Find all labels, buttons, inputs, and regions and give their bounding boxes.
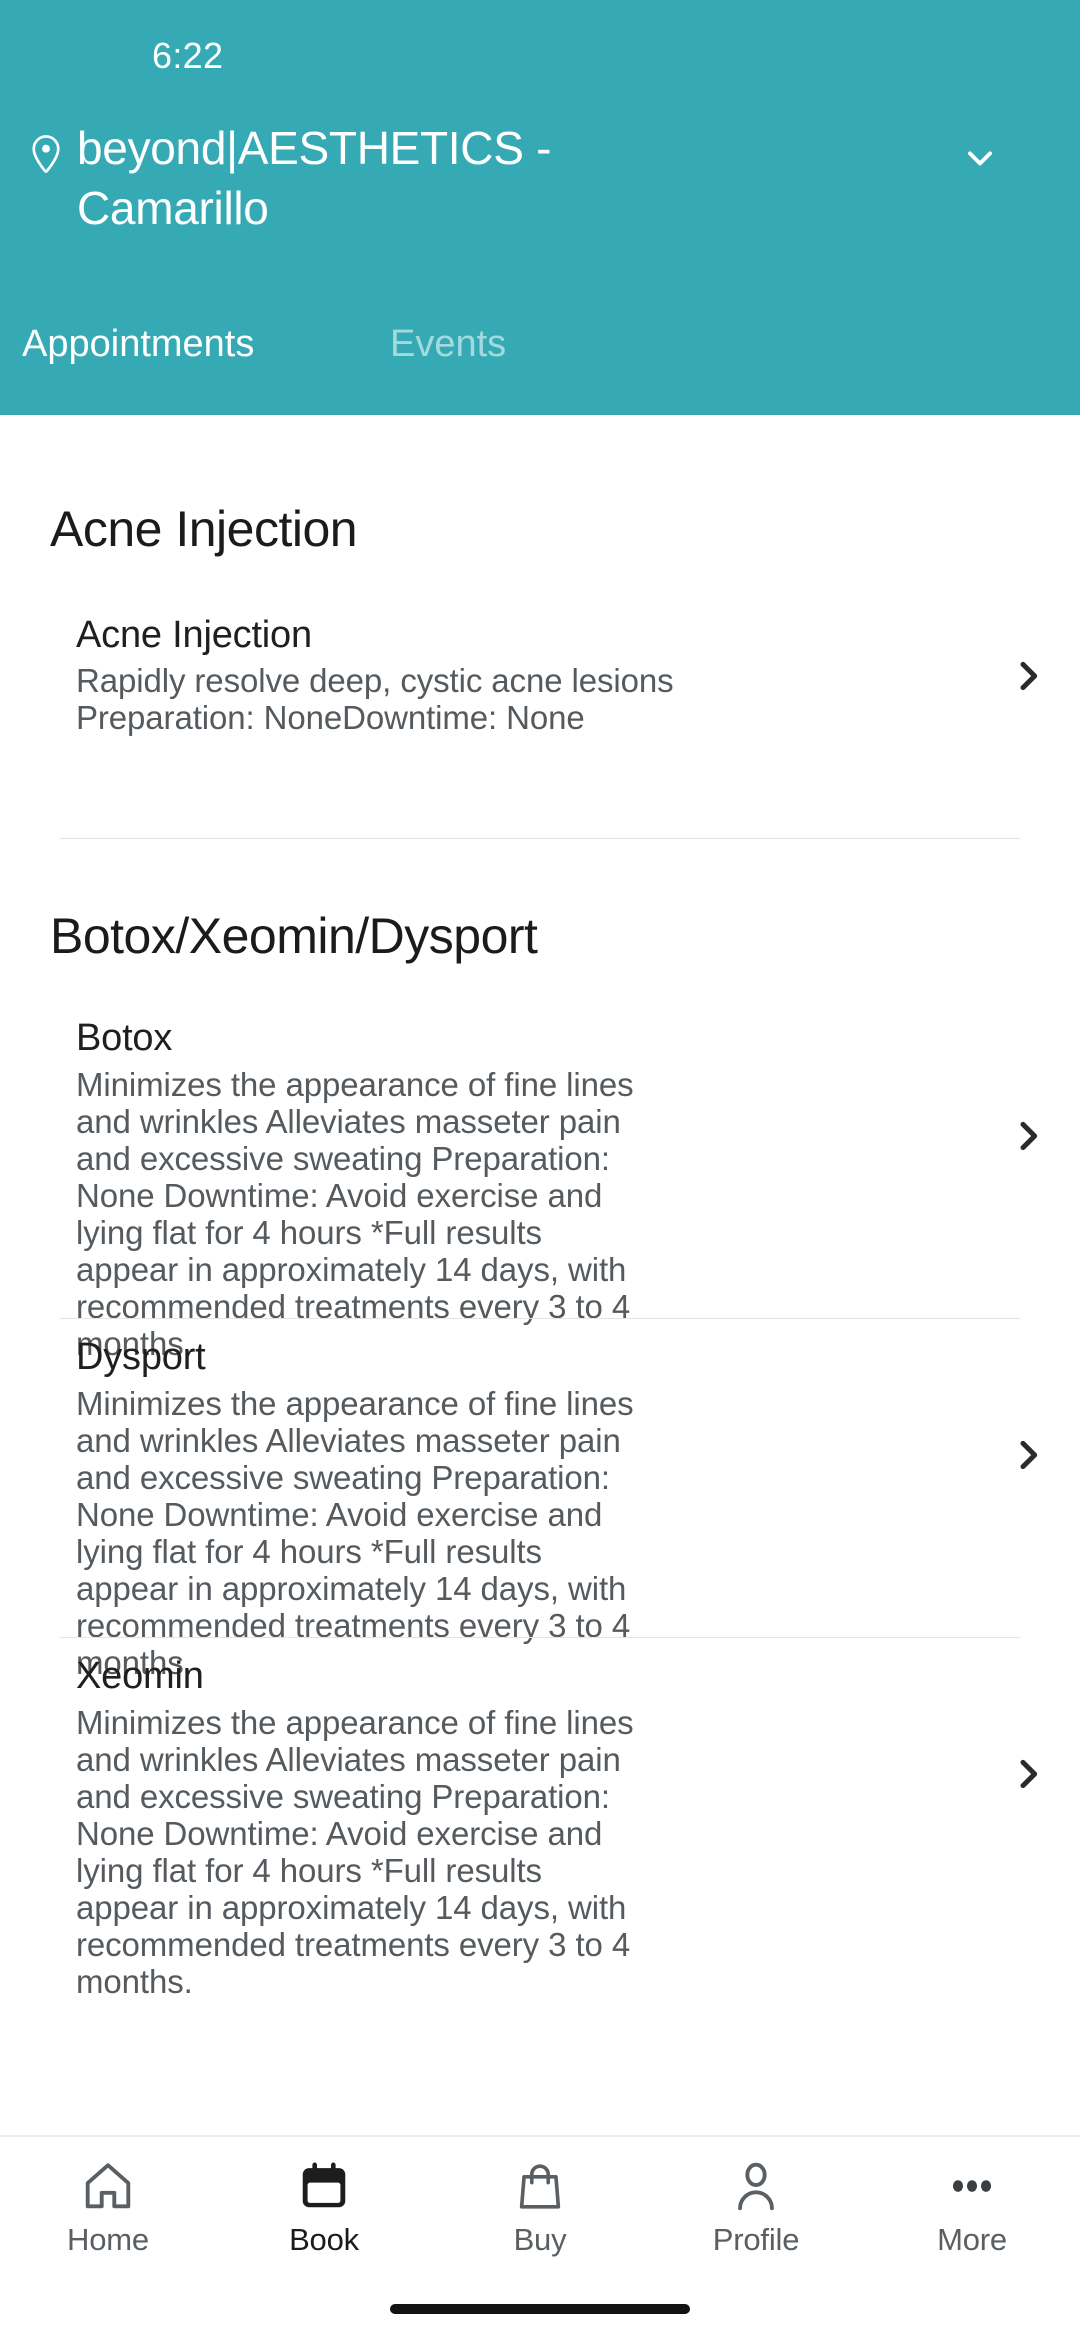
nav-label: Book: [289, 2222, 359, 2257]
salon-name: beyond|AESTHETICS - Camarillo: [77, 122, 552, 234]
list-divider: [60, 1637, 1020, 1638]
service-row-acne-injection[interactable]: Acne Injection Rapidly resolve deep, cys…: [0, 610, 1080, 755]
app-header: 6:22 beyond|AESTHETICS - Camarillo Appoi…: [0, 0, 1080, 415]
list-divider: [60, 838, 1020, 839]
location-selector[interactable]: beyond|AESTHETICS - Camarillo: [0, 118, 1080, 278]
nav-label: Home: [67, 2222, 149, 2257]
list-divider: [60, 1318, 1020, 1319]
tab-appointments[interactable]: Appointments: [22, 318, 254, 370]
nav-item-more[interactable]: More: [864, 2137, 1080, 2287]
header-tabs: Appointments Events: [0, 318, 1080, 378]
nav-item-book[interactable]: Book: [216, 2137, 432, 2287]
service-title: Dysport: [76, 1336, 206, 1378]
nav-item-profile[interactable]: Profile: [648, 2137, 864, 2287]
service-title: Botox: [76, 1017, 173, 1059]
nav-item-buy[interactable]: Buy: [432, 2137, 648, 2287]
chevron-right-icon[interactable]: [1008, 656, 1048, 696]
person-icon: [727, 2157, 785, 2215]
chevron-right-icon[interactable]: [1008, 1116, 1048, 1156]
home-indicator: [390, 2304, 690, 2314]
service-description: Minimizes the appearance of fine lines a…: [76, 1704, 634, 2000]
status-bar: 6:22: [0, 32, 1080, 88]
chevron-right-icon[interactable]: [1008, 1435, 1048, 1475]
service-title: Xeomin: [76, 1655, 204, 1697]
map-pin-icon: [27, 133, 65, 177]
chevron-down-icon[interactable]: [958, 136, 1002, 180]
services-list[interactable]: Acne Injection Acne Injection Rapidly re…: [0, 415, 1080, 2135]
section-heading-botox-xeomin-dysport: Botox/Xeomin/Dysport: [50, 908, 538, 964]
nav-item-home[interactable]: Home: [0, 2137, 216, 2287]
bag-icon: [511, 2157, 569, 2215]
home-icon: [79, 2157, 137, 2215]
section-heading-acne-injection: Acne Injection: [50, 501, 358, 557]
service-row-xeomin[interactable]: Xeomin Minimizes the appearance of fine …: [0, 1651, 1080, 2000]
status-time: 6:22: [152, 35, 224, 76]
service-description: Rapidly resolve deep, cystic acne lesion…: [76, 662, 674, 736]
service-title: Acne Injection: [76, 614, 312, 656]
tab-events[interactable]: Events: [390, 318, 506, 370]
service-row-dysport[interactable]: Dysport Minimizes the appearance of fine…: [0, 1332, 1080, 1681]
chevron-right-icon[interactable]: [1008, 1754, 1048, 1794]
calendar-icon: [295, 2157, 353, 2215]
nav-label: Profile: [712, 2222, 800, 2257]
nav-label: Buy: [513, 2222, 567, 2257]
nav-label: More: [937, 2222, 1007, 2257]
service-row-botox[interactable]: Botox Minimizes the appearance of fine l…: [0, 1013, 1080, 1362]
ellipsis-icon: [943, 2157, 1001, 2215]
bottom-navigation-bar: Home Book Buy Profile More: [0, 2135, 1080, 2340]
